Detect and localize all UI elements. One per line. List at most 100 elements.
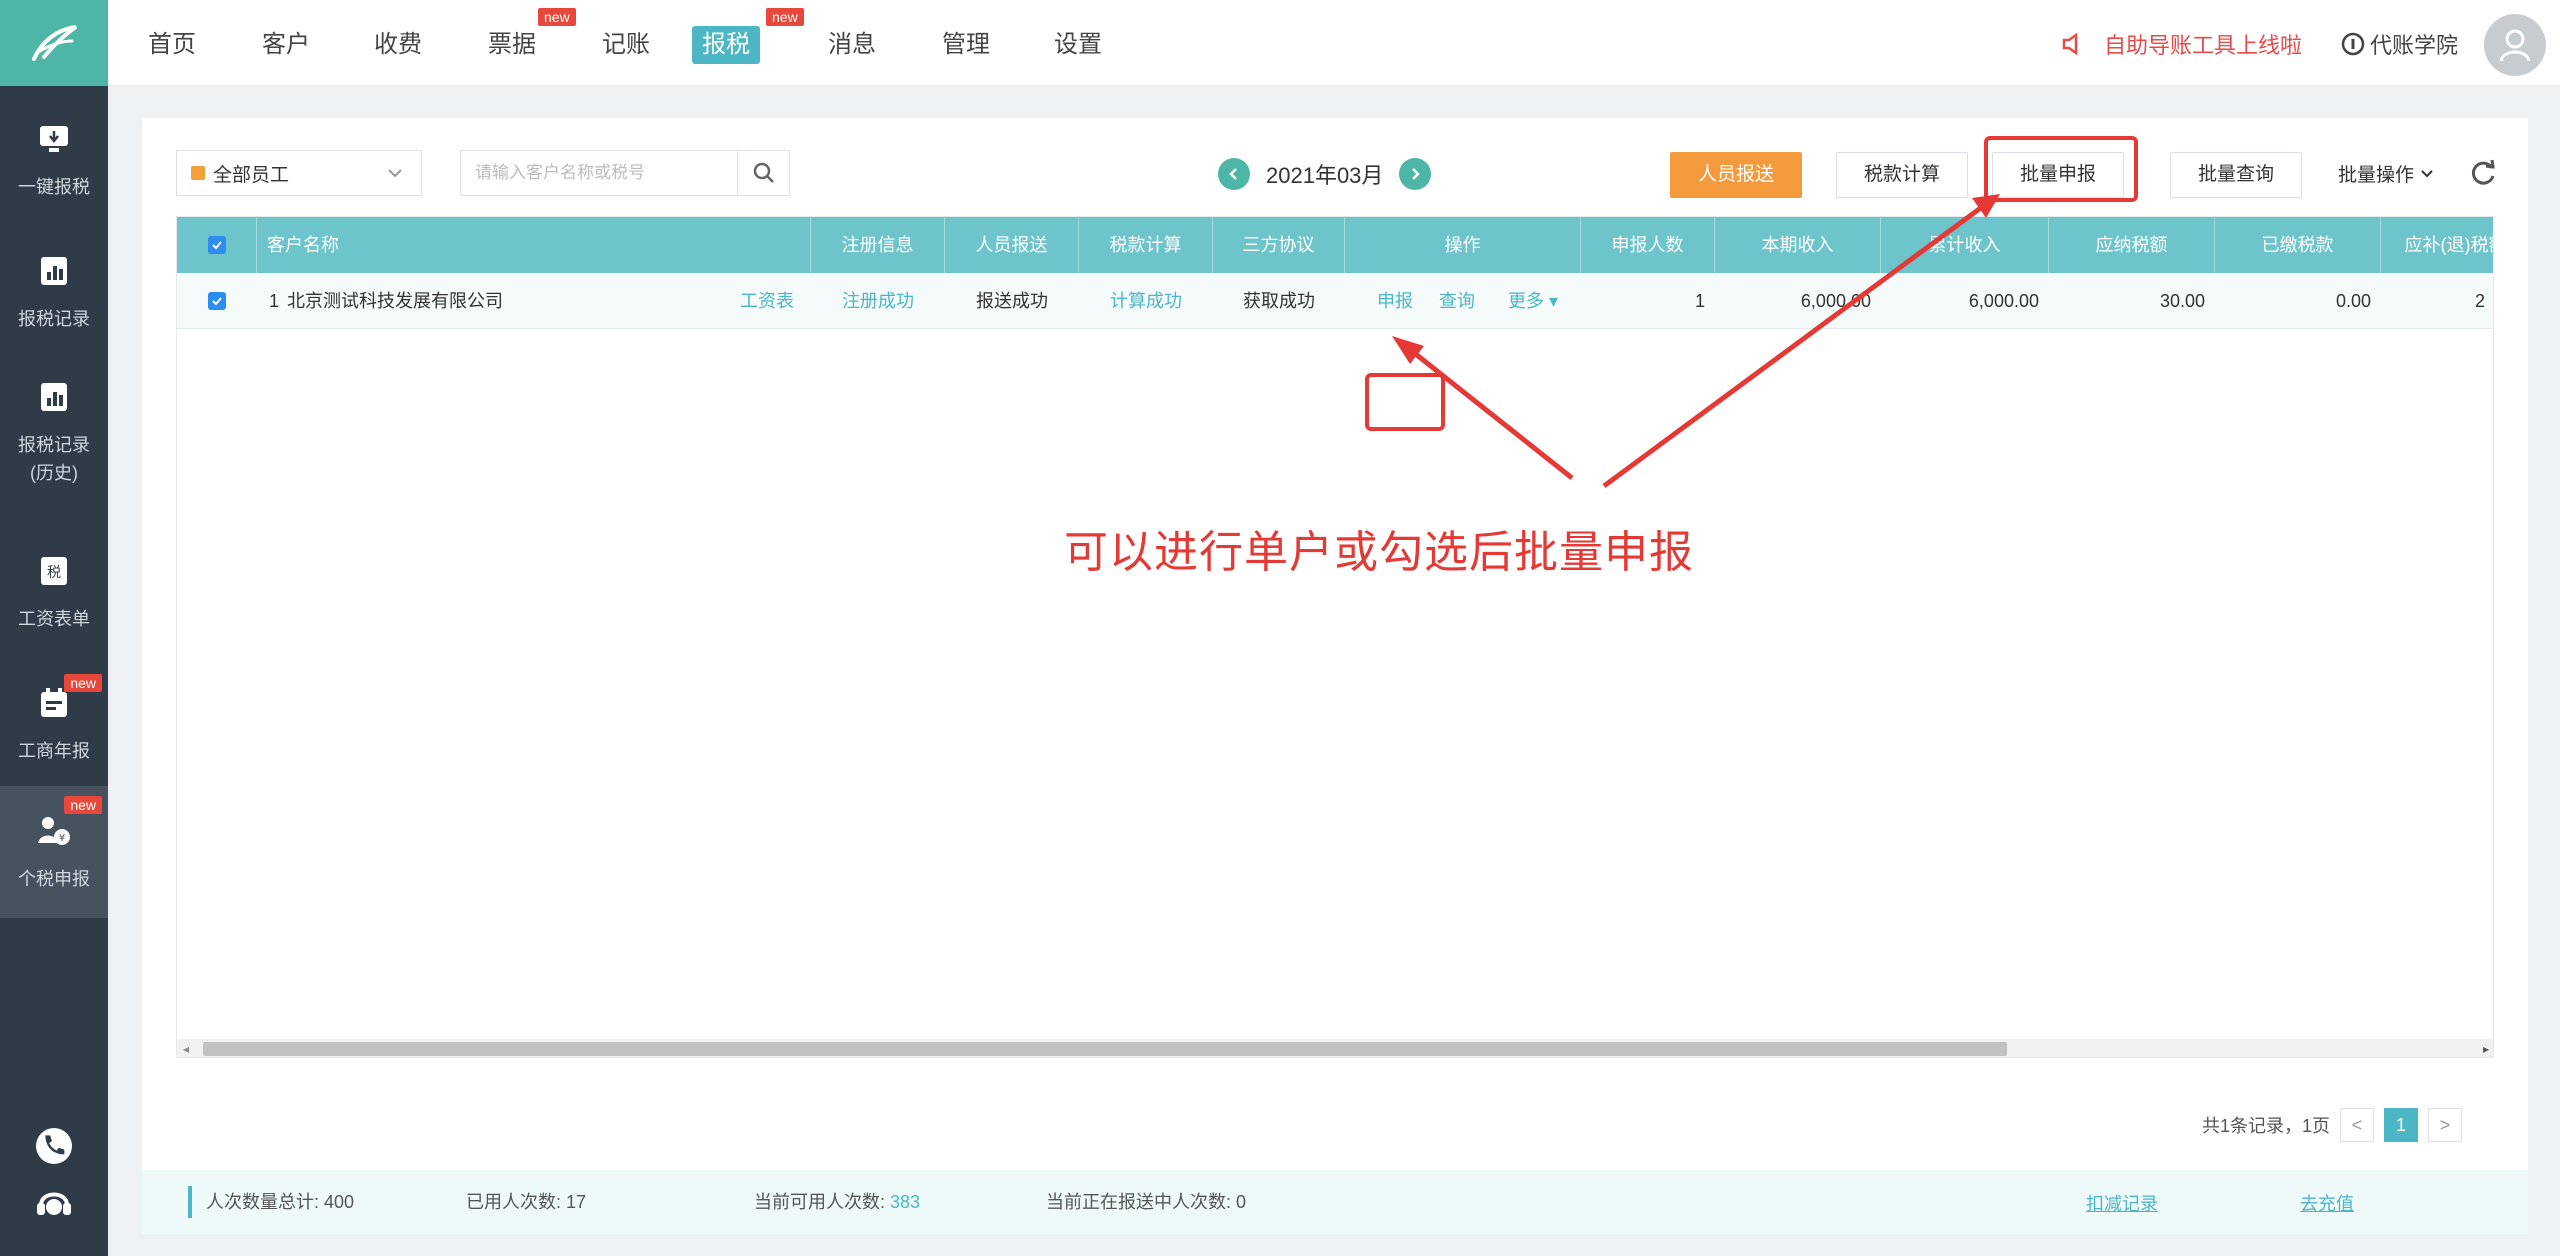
more-label: 更多 — [1507, 291, 1544, 311]
header-count: 申报人数 — [1581, 217, 1715, 273]
nav-item-invoices[interactable]: 票据 — [478, 26, 546, 64]
quota-stats-bar: 人次数量总计: 400 已用人次数: 17 当前可用人次数: 383 当前正在报… — [142, 1170, 2528, 1234]
personnel-report-button[interactable]: 人员报送 — [1670, 152, 1802, 198]
horizontal-scrollbar[interactable]: ◂ ▸ — [177, 1039, 2493, 1057]
sidebar-item-one-click-tax[interactable]: 一键报税 — [0, 100, 108, 220]
sidebar-item-label: 工资表单 — [18, 609, 90, 629]
register-status[interactable]: 注册成功 — [811, 273, 945, 329]
refresh-icon — [2471, 159, 2495, 185]
batch-operations-menu[interactable]: 批量操作 — [2338, 160, 2436, 187]
chevron-right-icon — [1412, 168, 1421, 180]
used-quota: 已用人次数: 17 — [466, 1192, 587, 1212]
batch-operations-label: 批量操作 — [2338, 165, 2415, 186]
sidebar-item-tax-records-history[interactable]: 报税记录(历史) — [0, 362, 108, 502]
period-label: 2021年03月 — [1266, 163, 1384, 188]
sidebar-item-annual-report[interactable]: new 工商年报 — [0, 664, 108, 784]
nav-item-tax[interactable]: 报税 — [692, 26, 760, 64]
prev-period-button[interactable] — [1218, 158, 1250, 190]
tax-paid: 0.00 — [2335, 291, 2371, 311]
sidebar-item-label: 个税申报 — [18, 869, 90, 889]
row-checkbox-cell — [177, 273, 257, 329]
apply-declare-highlight — [1365, 373, 1445, 431]
header-report: 人员报送 — [945, 217, 1079, 273]
header-operations: 操作 — [1345, 217, 1581, 273]
phone-icon[interactable] — [30, 1122, 78, 1170]
more-dropdown[interactable]: 更多 ▾ — [1491, 273, 1575, 329]
person-tax-icon: ¥ — [34, 811, 74, 851]
sidebar-item-label: 工商年报 — [18, 741, 90, 761]
page-button[interactable]: 1 — [2384, 1108, 2419, 1142]
declare-count: 1 — [1694, 291, 1705, 311]
query-link[interactable]: 查询 — [1427, 273, 1487, 329]
sidebar: 一键报税 报税记录 报税记录(历史) 税 工资表单 new 工商年报 new ¥… — [0, 0, 108, 1256]
report-status: 报送成功 — [976, 291, 1048, 311]
new-badge: new — [538, 8, 576, 26]
row-checkbox[interactable] — [208, 292, 226, 310]
sidebar-item-tax-records[interactable]: 报税记录 — [0, 232, 108, 352]
user-avatar[interactable] — [2484, 14, 2546, 76]
header-tax-due: 应纳税额 — [2049, 217, 2215, 273]
apply-declare-link[interactable]: 申报 — [1365, 273, 1425, 329]
stats-doc-icon — [34, 377, 74, 417]
leaf-logo-icon — [32, 25, 78, 61]
chevron-down-icon — [388, 169, 402, 178]
caret-down-icon: ▾ — [1548, 291, 1559, 311]
next-page-button[interactable]: > — [2428, 1108, 2463, 1142]
header-checkbox-cell — [177, 217, 257, 273]
current-income: 6,000.00 — [1800, 291, 1871, 311]
salary-table-link[interactable]: 工资表 — [727, 273, 807, 329]
batch-declare-highlight — [1984, 136, 2138, 202]
top-nav-bar: 首页 客户 收费 票据 new 记账 报税 new 消息 管理 设置 自助导账工… — [108, 0, 2560, 86]
staff-select[interactable]: 全部员工 — [176, 150, 422, 196]
nav-item-customers[interactable]: 客户 — [252, 26, 320, 64]
customer-name: 北京测试科技发展有限公司 — [287, 291, 503, 311]
academy-link[interactable]: 代账学院 — [2340, 28, 2458, 60]
sidebar-item-salary-forms[interactable]: 税 工资表单 — [0, 532, 108, 652]
select-all-checkbox[interactable] — [207, 236, 226, 254]
nav-item-manage[interactable]: 管理 — [932, 26, 1000, 64]
search-input[interactable] — [461, 151, 738, 195]
header-register: 注册信息 — [811, 217, 945, 273]
header-calc: 税款计算 — [1079, 217, 1213, 273]
sidebar-item-label: 报税记录 — [18, 309, 90, 329]
search-button[interactable] — [737, 151, 789, 195]
svg-text:¥: ¥ — [59, 833, 65, 844]
prev-page-button[interactable]: < — [2340, 1108, 2375, 1142]
check-icon — [212, 297, 222, 306]
next-period-button[interactable] — [1399, 158, 1432, 190]
refresh-button[interactable] — [2468, 158, 2498, 188]
nav-item-settings[interactable]: 设置 — [1044, 26, 1112, 64]
deduction-records-link[interactable]: 扣减记录 — [2086, 1190, 2158, 1216]
customer-service-icon[interactable] — [30, 1178, 78, 1226]
chevron-left-icon — [1229, 168, 1237, 180]
nav-item-messages[interactable]: 消息 — [818, 26, 886, 64]
nav-item-home[interactable]: 首页 — [138, 26, 206, 64]
user-icon — [2499, 29, 2531, 62]
recharge-link[interactable]: 去充值 — [2300, 1190, 2354, 1216]
academy-link-text: 代账学院 — [2369, 33, 2458, 58]
speaker-icon — [2062, 32, 2078, 56]
scroll-left-icon[interactable]: ◂ — [183, 1042, 189, 1056]
scroll-right-icon[interactable]: ▸ — [2483, 1042, 2489, 1056]
calc-status[interactable]: 计算成功 — [1079, 273, 1213, 329]
staff-select-value: 全部员工 — [213, 164, 290, 186]
self-import-tool-link[interactable]: 自助导账工具上线啦 — [2060, 28, 2302, 60]
reporting-quota: 当前正在报送中人次数: 0 — [1046, 1192, 1247, 1212]
available-quota-label: 当前可用人次数: — [754, 1192, 891, 1212]
tax-due: 30.00 — [2159, 291, 2205, 311]
header-cum-income: 累计收入 — [1881, 217, 2049, 273]
header-income: 本期收入 — [1715, 217, 1881, 273]
agreement-status: 获取成功 — [1243, 291, 1315, 311]
app-logo[interactable] — [0, 0, 108, 86]
nav-item-fees[interactable]: 收费 — [364, 26, 432, 64]
new-badge: new — [64, 796, 102, 814]
search-icon — [753, 162, 774, 183]
table-row: 1 北京测试科技发展有限公司 工资表 注册成功 报送成功 计算成功 获取成功 申… — [177, 273, 2493, 329]
sidebar-item-personal-tax[interactable]: new ¥ 个税申报 — [0, 786, 108, 918]
nav-item-bookkeeping[interactable]: 记账 — [592, 26, 660, 64]
tax-calc-button[interactable]: 税款计算 — [1836, 152, 1968, 198]
batch-query-button[interactable]: 批量查询 — [2170, 152, 2302, 198]
scrollbar-thumb[interactable] — [203, 1042, 2007, 1056]
tax-book-icon: 税 — [34, 551, 74, 591]
tool-link-text: 自助导账工具上线啦 — [2103, 33, 2302, 58]
